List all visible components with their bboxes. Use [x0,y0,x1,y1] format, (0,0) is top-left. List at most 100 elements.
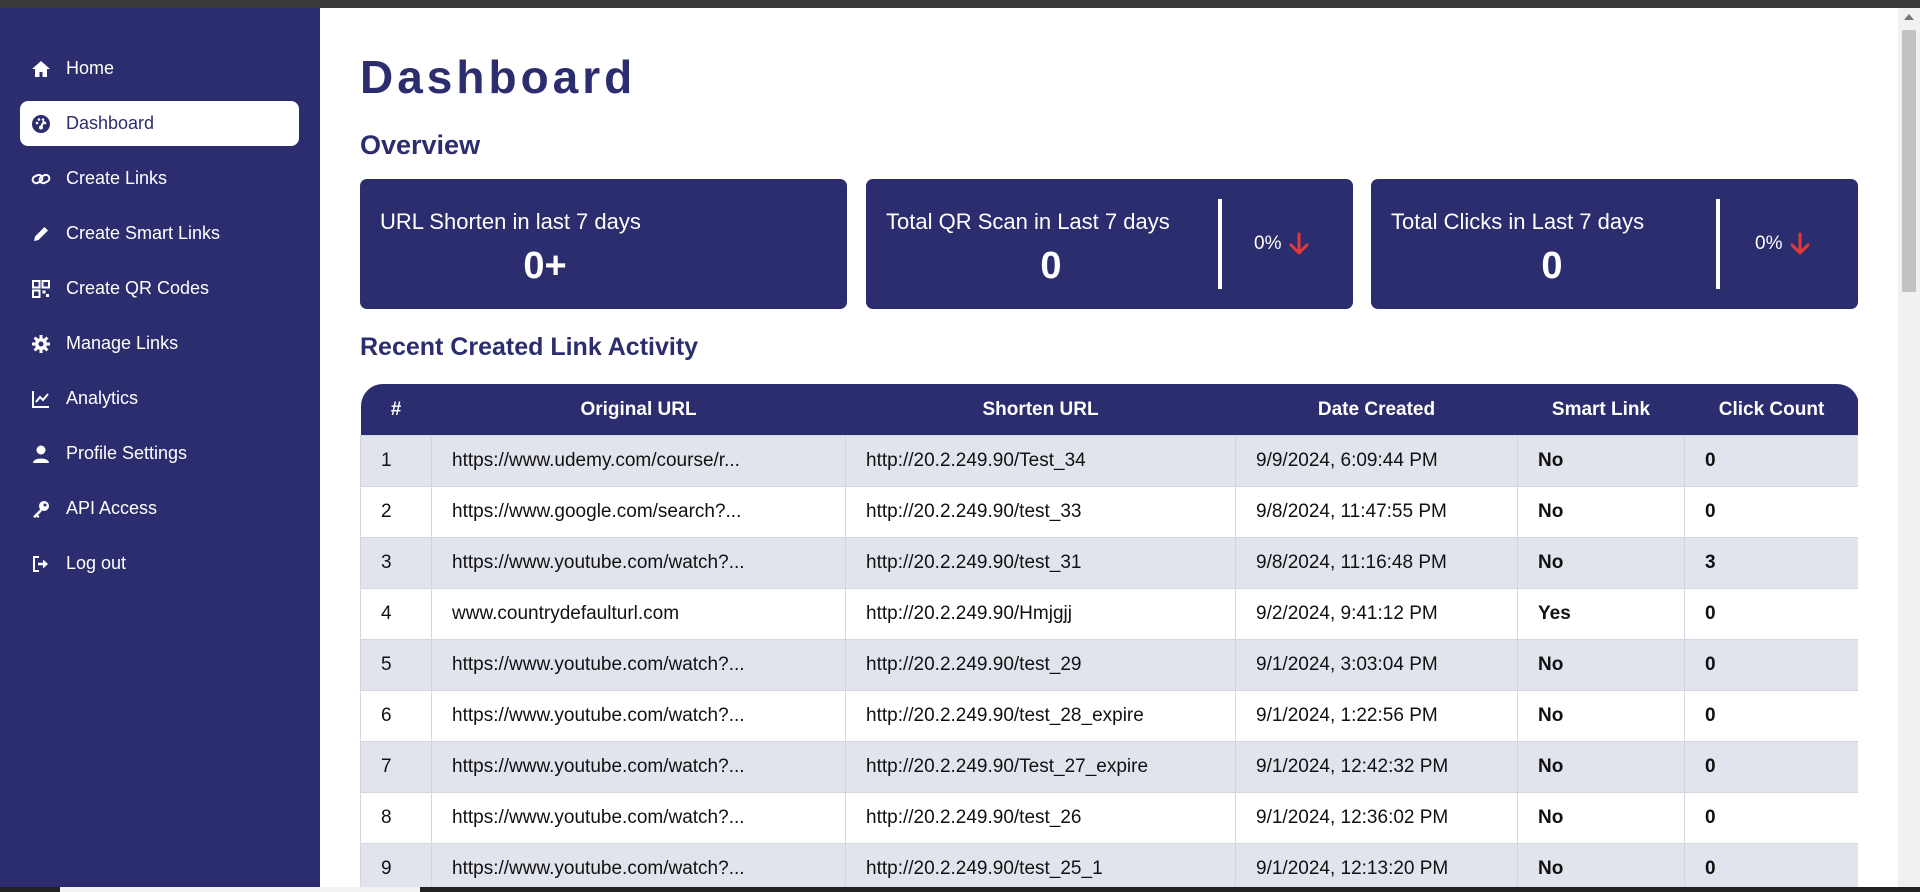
shorten-url-cell[interactable]: http://20.2.249.90/test_29 [845,639,1236,691]
sidebar-item-manage-links[interactable]: Manage Links [20,321,299,366]
smart-link-cell: No [1517,792,1685,844]
sidebar-item-create-smart-links[interactable]: Create Smart Links [20,211,299,256]
card-change: 0% [1755,232,1810,256]
horizontal-scrollbar-thumb[interactable] [60,887,420,892]
row-index: 2 [360,486,432,538]
logout-icon [30,553,52,575]
table-row[interactable]: 3 https://www.youtube.com/watch?... http… [360,537,1858,589]
date-created-cell: 9/8/2024, 11:47:55 PM [1235,486,1518,538]
home-icon [30,58,52,80]
original-url-cell: https://www.udemy.com/course/r... [431,435,846,487]
row-index: 5 [360,639,432,691]
shorten-url-cell[interactable]: http://20.2.249.90/test_26 [845,792,1236,844]
table-row[interactable]: 7 https://www.youtube.com/watch?... http… [360,741,1858,793]
sidebar-item-label: Analytics [66,388,139,408]
sidebar-item-profile-settings[interactable]: Profile Settings [20,431,299,476]
row-index: 7 [360,741,432,793]
date-created-cell: 9/8/2024, 11:16:48 PM [1235,537,1518,589]
user-icon [30,443,52,465]
date-created-cell: 9/1/2024, 1:22:56 PM [1235,690,1518,742]
click-count-cell: 0 [1684,639,1858,691]
sidebar-item-label: Manage Links [66,333,179,353]
sidebar-item-label: Profile Settings [66,443,188,463]
date-created-cell: 9/2/2024, 9:41:12 PM [1235,588,1518,640]
original-url-cell: https://www.youtube.com/watch?... [431,537,846,589]
table-row[interactable]: 2 https://www.google.com/search?... http… [360,486,1858,538]
browser-top-bar [0,0,1920,8]
column-header-shorten-url: Shorten URL [845,384,1236,436]
sidebar-item-create-links[interactable]: Create Links [20,156,299,201]
date-created-cell: 9/1/2024, 3:03:04 PM [1235,639,1518,691]
card-divider [1218,199,1222,289]
table-body: 1 https://www.udemy.com/course/r... http… [360,435,1858,892]
smart-link-cell: No [1517,486,1685,538]
sidebar-item-create-qr-codes[interactable]: Create QR Codes [20,266,299,311]
shorten-url-cell[interactable]: http://20.2.249.90/test_28_expire [845,690,1236,742]
row-index: 9 [360,843,432,892]
click-count-cell: 0 [1684,435,1858,487]
card-divider [1716,199,1720,289]
card-value: 0 [1040,245,1062,287]
change-percent: 0% [1254,233,1282,254]
sidebar-item-home[interactable]: Home [20,46,299,91]
click-count-cell: 0 [1684,588,1858,640]
shorten-url-cell[interactable]: http://20.2.249.90/test_33 [845,486,1236,538]
date-created-cell: 9/9/2024, 6:09:44 PM [1235,435,1518,487]
card-value: 0 [1541,245,1563,287]
link-icon [30,168,52,190]
sidebar-nav: Home Dashboard Create Links Create Smart… [0,8,320,586]
key-icon [30,498,52,520]
click-count-cell: 0 [1684,741,1858,793]
shorten-url-cell[interactable]: http://20.2.249.90/Test_27_expire [845,741,1236,793]
row-index: 1 [360,435,432,487]
table-row[interactable]: 9 https://www.youtube.com/watch?... http… [360,843,1858,892]
arrow-down-icon [1289,232,1309,255]
sidebar-item-dashboard[interactable]: Dashboard [20,101,299,146]
vertical-scrollbar[interactable] [1898,8,1920,892]
total-clicks-card: Total Clicks in Last 7 days 0 0% [1371,179,1858,309]
sidebar-item-label: Create Links [66,168,168,188]
arrow-down-icon [1790,232,1810,255]
table-row[interactable]: 6 https://www.youtube.com/watch?... http… [360,690,1858,742]
click-count-cell: 0 [1684,792,1858,844]
sidebar-item-label: Dashboard [66,113,155,133]
sidebar-item-label: Create Smart Links [66,223,221,243]
click-count-cell: 0 [1684,690,1858,742]
smart-link-cell: No [1517,639,1685,691]
line-chart-icon [30,388,52,410]
click-count-cell: 3 [1684,537,1858,589]
table-row[interactable]: 1 https://www.udemy.com/course/r... http… [360,435,1858,487]
smart-link-cell: No [1517,690,1685,742]
smart-link-cell: Yes [1517,588,1685,640]
main-content: Dashboard Overview URL Shorten in last 7… [320,8,1898,892]
sidebar-item-log-out[interactable]: Log out [20,541,299,586]
sidebar-item-label: Log out [66,553,127,573]
horizontal-scrollbar[interactable] [0,887,1920,892]
row-index: 4 [360,588,432,640]
pencil-icon [30,223,52,245]
column-header-date-created: Date Created [1235,384,1518,436]
shorten-url-cell[interactable]: http://20.2.249.90/test_31 [845,537,1236,589]
date-created-cell: 9/1/2024, 12:36:02 PM [1235,792,1518,844]
original-url-cell: https://www.youtube.com/watch?... [431,843,846,892]
date-created-cell: 9/1/2024, 12:13:20 PM [1235,843,1518,892]
scrollbar-thumb[interactable] [1902,30,1916,292]
recent-links-table: # Original URL Shorten URL Date Created … [360,384,1858,892]
sidebar-item-api-access[interactable]: API Access [20,486,299,531]
card-title: Total QR Scan in Last 7 days [886,209,1170,234]
qr-code-icon [30,278,52,300]
table-row[interactable]: 5 https://www.youtube.com/watch?... http… [360,639,1858,691]
original-url-cell: https://www.youtube.com/watch?... [431,741,846,793]
original-url-cell: https://www.youtube.com/watch?... [431,639,846,691]
table-row[interactable]: 4 www.countrydefaulturl.com http://20.2.… [360,588,1858,640]
original-url-cell: https://www.google.com/search?... [431,486,846,538]
shorten-url-cell[interactable]: http://20.2.249.90/Test_34 [845,435,1236,487]
sidebar-item-analytics[interactable]: Analytics [20,376,299,421]
scroll-up-arrow-icon[interactable] [1904,14,1914,20]
shorten-url-cell[interactable]: http://20.2.249.90/test_25_1 [845,843,1236,892]
table-row[interactable]: 8 https://www.youtube.com/watch?... http… [360,792,1858,844]
shorten-url-cell[interactable]: http://20.2.249.90/Hmjgjj [845,588,1236,640]
smart-link-cell: No [1517,741,1685,793]
gauge-icon [30,113,52,135]
table-header-row: # Original URL Shorten URL Date Created … [360,384,1858,436]
